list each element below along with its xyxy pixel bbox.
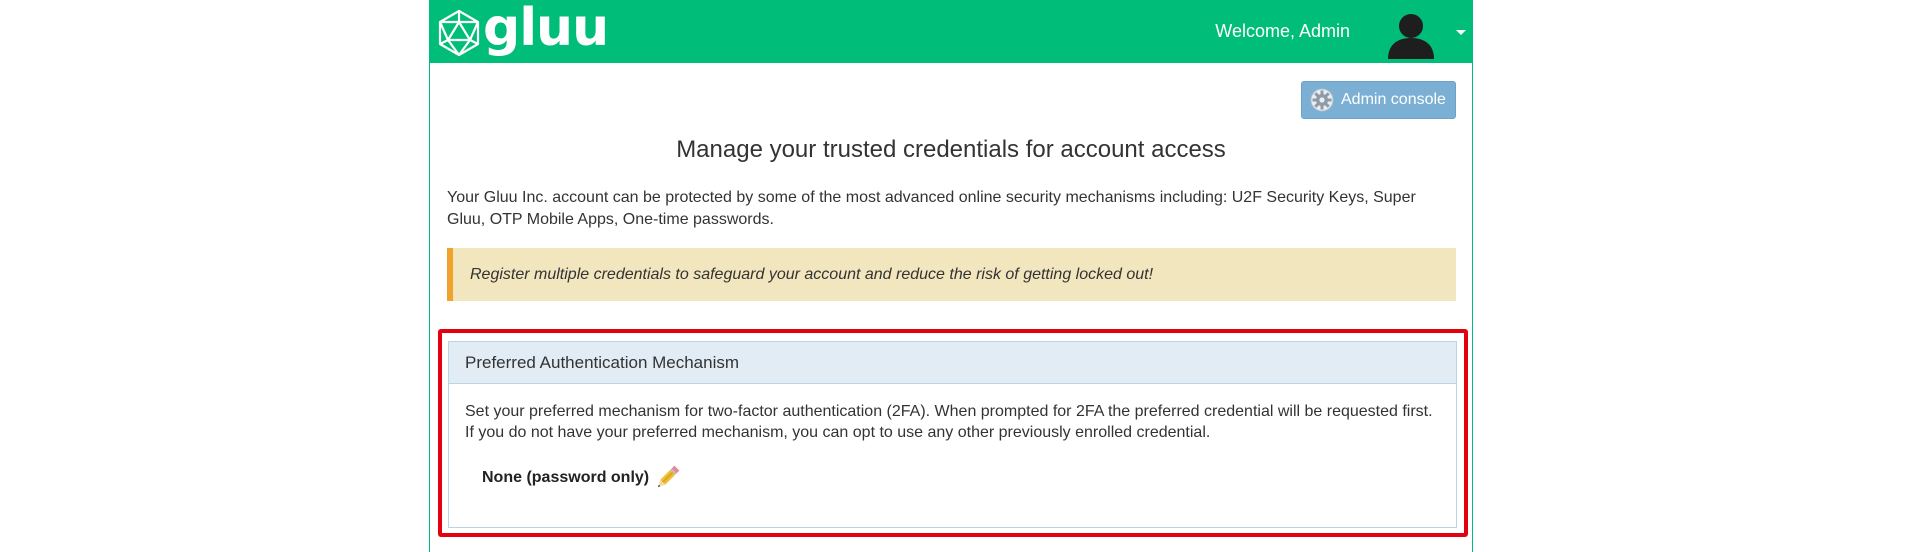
panel-title: Preferred Authentication Mechanism — [465, 352, 740, 372]
preferred-mechanism-value: None (password only) — [482, 465, 680, 491]
alert-text: Register multiple credentials to safegua… — [470, 265, 1154, 283]
gear-icon — [1310, 88, 1334, 112]
top-navbar: gluu Welcome, Admin — [430, 0, 1472, 63]
caret-down-icon[interactable] — [1456, 30, 1466, 35]
panel-description: Set your preferred mechanism for two-fac… — [465, 403, 1433, 441]
panel-heading: Preferred Authentication Mechanism — [449, 342, 1456, 384]
admin-console-label: Admin console — [1341, 91, 1446, 108]
icosahedron-logo-icon — [438, 9, 480, 57]
pencil-icon[interactable] — [654, 465, 680, 491]
admin-console-button[interactable]: Admin console — [1301, 81, 1456, 119]
preferred-mechanism-panel: Preferred Authentication Mechanism Set y… — [448, 341, 1457, 528]
gluu-logo[interactable]: gluu — [437, 0, 609, 58]
brand-wordmark: gluu — [483, 0, 609, 58]
user-silhouette-icon[interactable] — [1384, 11, 1438, 59]
intro-text: Your Gluu Inc. account can be protected … — [447, 189, 1416, 228]
welcome-text: Welcome, Admin — [1215, 21, 1350, 41]
page-title: Manage your trusted credentials for acco… — [676, 136, 1226, 163]
preferred-mechanism-label: None (password only) — [482, 469, 650, 486]
app-frame: gluu Welcome, Admin Admin console Manage… — [429, 0, 1473, 552]
warning-alert: Register multiple credentials to safegua… — [447, 248, 1456, 301]
